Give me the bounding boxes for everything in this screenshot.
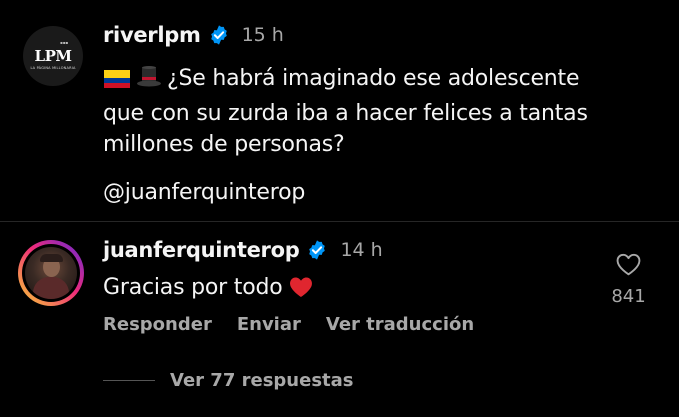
caption-text-1: ¿Se habrá imaginado ese adolescente [167,66,580,91]
reply-button[interactable]: Responder [103,314,212,335]
reply-username[interactable]: juanferquinterop [103,238,300,262]
reply-actions: Responder Enviar Ver traducción [103,314,499,335]
avatar-photo-body [33,277,69,299]
red-heart-icon [289,276,313,304]
view-replies-button[interactable]: Ver 77 respuestas [103,370,354,391]
post-author-avatar[interactable]: ▪▪▪ LPM LA PÁGINA MILLONARIA [23,26,83,86]
colombia-flag-icon [103,67,131,98]
post-username[interactable]: riverlpm [103,23,201,47]
avatar-logo-text: LPM [34,47,72,65]
avatar-photo [25,247,77,299]
avatar-photo-cap [40,254,63,262]
reply-header: juanferquinterop 14 h [103,236,383,264]
translate-button[interactable]: Ver traducción [326,314,474,335]
mention-link[interactable]: @juanferquinterop [103,180,305,205]
post-caption: ¿Se habrá imaginado ese adolescente que … [103,63,663,160]
divider [0,221,679,222]
post-header: riverlpm 15 h [103,21,284,49]
logo-decoration: ▪▪▪ [60,40,69,45]
post-time: 15 h [241,24,284,46]
caption-line-1: ¿Se habrá imaginado ese adolescente [103,63,663,98]
verified-badge-icon [306,239,328,261]
top-hat-icon [136,65,162,98]
caption-line-3: millones de personas? [103,132,345,157]
reply-comment-text: Gracias por todo [103,275,313,304]
avatar-ring-inner [22,244,80,302]
original-post: ▪▪▪ LPM LA PÁGINA MILLONARIA riverlpm 15… [0,0,679,221]
avatar-logo-subtitle: LA PÁGINA MILLONARIA [30,66,76,70]
like-count: 841 [611,286,646,307]
like-heart-icon[interactable] [616,253,641,276]
send-button[interactable]: Enviar [237,314,301,335]
reply-author-avatar[interactable] [18,240,84,306]
reply-time: 14 h [340,239,383,261]
verified-badge-icon [208,24,230,46]
caption-line-2: que con su zurda iba a hacer felices a t… [103,101,588,126]
view-replies-label: Ver 77 respuestas [170,370,354,391]
reply-text-content: Gracias por todo [103,275,283,300]
replies-divider-line [103,380,155,381]
